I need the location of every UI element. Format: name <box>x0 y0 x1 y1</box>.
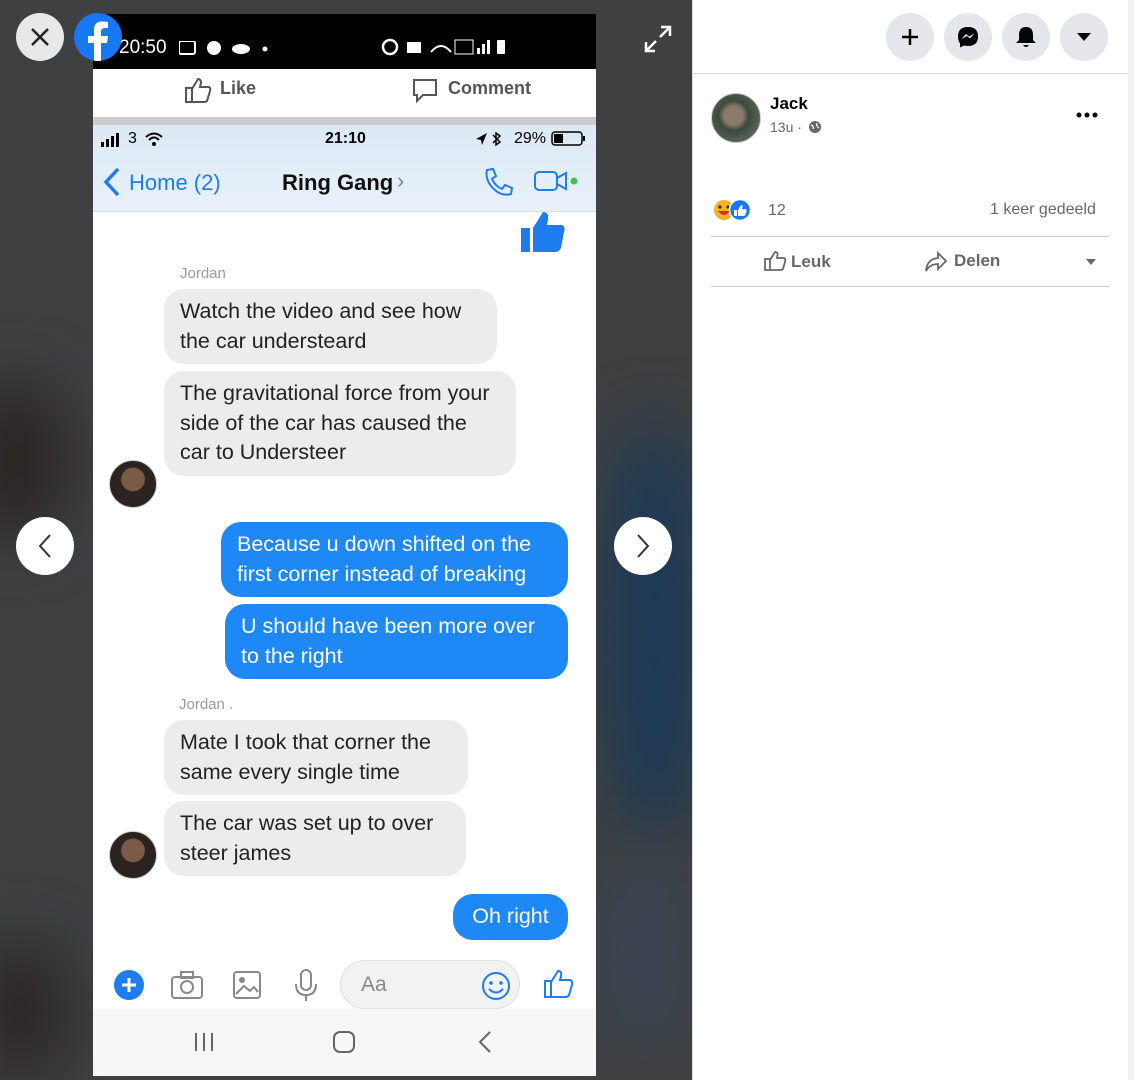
scrollbar[interactable] <box>1128 0 1134 1080</box>
messenger-icon <box>958 27 978 48</box>
message-placeholder: Aa <box>361 973 387 996</box>
video-call-icon[interactable] <box>533 169 579 195</box>
message-bubble-sent: Oh right <box>453 894 568 940</box>
account-menu-button[interactable] <box>1060 13 1108 61</box>
caret-down-icon <box>1077 33 1091 41</box>
location-bluetooth-icon <box>476 132 502 146</box>
reaction-count[interactable]: 12 <box>768 202 786 220</box>
home-icon[interactable] <box>332 1030 356 1054</box>
emoji-icon[interactable] <box>481 971 511 1001</box>
share-label: Delen <box>954 251 1001 270</box>
status-time: 20:50 <box>119 37 167 58</box>
facebook-f-icon <box>88 21 108 61</box>
like-label: Leuk <box>791 252 831 271</box>
camera-icon[interactable] <box>170 970 204 1000</box>
close-icon <box>31 28 49 46</box>
like-send-icon[interactable] <box>542 968 574 1000</box>
like-button[interactable]: Leuk <box>711 240 891 284</box>
ios-time: 21:10 <box>325 130 366 147</box>
android-status-bar: 20:50 <box>93 14 596 69</box>
recent-apps-icon[interactable] <box>192 1031 216 1053</box>
create-button[interactable] <box>886 13 934 61</box>
chat-title[interactable]: Ring Gang <box>282 170 393 196</box>
close-button[interactable] <box>16 13 64 61</box>
more-options-icon[interactable] <box>1076 111 1098 119</box>
photo-viewer: 20:50 Like Comment 3 21:10 29% Home (2) … <box>0 0 692 1080</box>
message-bubble: Watch the video and see how the car unde… <box>164 289 497 364</box>
reactions-icon[interactable] <box>713 198 753 222</box>
battery-icon <box>551 131 585 146</box>
gallery-icon[interactable] <box>232 970 262 1000</box>
status-icons <box>179 41 268 55</box>
message-bubble-sent: U should have been more over to the righ… <box>225 604 568 679</box>
next-photo-button[interactable] <box>614 517 672 575</box>
post-author[interactable]: Jack <box>770 94 808 114</box>
status-right-icons <box>381 38 505 56</box>
thumbs-up-sticker-icon <box>521 212 565 252</box>
messenger-button[interactable] <box>944 13 992 61</box>
message-bubble: The car was set up to over steer james <box>164 801 466 876</box>
comment-label: Comment <box>448 78 532 98</box>
facebook-logo[interactable] <box>74 13 122 61</box>
sender-name: Jordan . <box>179 696 234 713</box>
expand-icon[interactable] <box>643 24 673 54</box>
sender-name: Jordan <box>180 265 226 282</box>
chat-header: 3 21:10 29% Home (2) Ring Gang › <box>93 125 596 212</box>
like-icon <box>185 77 212 103</box>
plus-icon <box>902 29 918 45</box>
fb-action-row: Like Comment <box>93 69 596 121</box>
composer-bar: Aa <box>93 954 596 1009</box>
background-blur <box>600 850 690 1050</box>
chevron-left-icon <box>38 534 51 558</box>
comment-icon <box>413 79 437 104</box>
author-avatar[interactable] <box>711 93 761 143</box>
carrier: 3 <box>128 130 137 147</box>
back-chevron-icon[interactable] <box>103 167 121 197</box>
notifications-button[interactable] <box>1002 13 1050 61</box>
post-photo: 20:50 Like Comment 3 21:10 29% Home (2) … <box>93 14 596 1076</box>
background-blur <box>0 380 70 540</box>
divider <box>711 236 1109 237</box>
bell-icon <box>1016 27 1036 47</box>
back-label[interactable]: Home (2) <box>129 170 221 196</box>
android-nav-bar <box>93 1009 596 1076</box>
background-blur <box>600 420 692 840</box>
share-icon <box>925 251 948 272</box>
plus-icon[interactable] <box>112 968 146 1002</box>
share-count[interactable]: 1 keer gedeeld <box>990 201 1096 219</box>
avatar <box>109 460 157 508</box>
message-bubble-sent: Because u down shifted on the first corn… <box>221 522 568 597</box>
background-blur <box>0 940 70 1080</box>
header-divider <box>693 73 1129 74</box>
previous-photo-button[interactable] <box>16 517 74 575</box>
signal-icon <box>101 133 119 147</box>
message-bubble: The gravitational force from your side o… <box>164 371 516 476</box>
avatar <box>109 831 157 879</box>
battery-percent: 29% <box>514 130 547 147</box>
share-button[interactable]: Delen <box>898 240 1078 284</box>
phone-call-icon[interactable] <box>482 166 514 198</box>
post-timestamp[interactable]: 13u · <box>770 119 802 135</box>
title-chevron: › <box>397 168 405 193</box>
share-options-caret-icon[interactable] <box>1085 258 1097 266</box>
like-icon <box>764 251 787 271</box>
message-input[interactable]: Aa <box>340 960 520 1009</box>
nav-back-icon[interactable] <box>477 1030 493 1054</box>
post-sidebar: Jack 13u · 12 1 keer gedeeld Leuk Delen <box>692 0 1134 1080</box>
message-bubble: Mate I took that corner the same every s… <box>164 720 468 795</box>
globe-icon <box>809 121 821 133</box>
divider <box>711 286 1109 287</box>
divider <box>93 117 596 125</box>
wifi-icon <box>145 132 163 146</box>
like-label: Like <box>220 78 257 98</box>
chevron-right-icon <box>637 534 650 558</box>
microphone-icon[interactable] <box>293 968 319 1002</box>
